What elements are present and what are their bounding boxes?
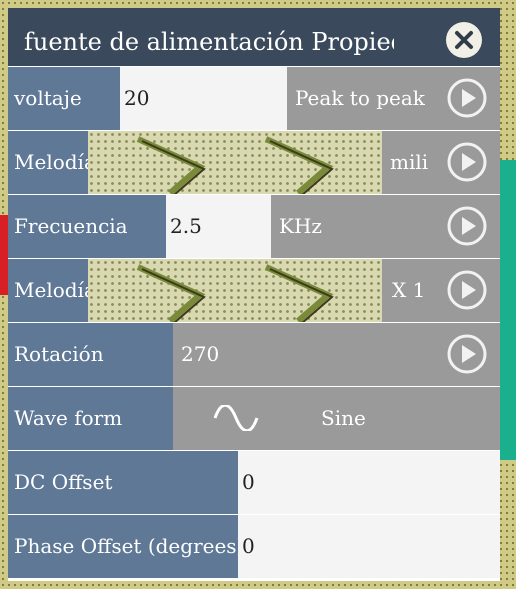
frequency-input[interactable]: 2.5: [166, 195, 271, 258]
voltage-tune-label: Melodía: [8, 131, 88, 194]
phase-offset-label: Phase Offset (degrees): [8, 515, 238, 578]
waveform-value: Sine: [321, 406, 366, 430]
voltage-multiplier: mili: [390, 150, 429, 174]
close-button[interactable]: [446, 22, 482, 58]
phase-offset-row: Phase Offset (degrees) 0: [8, 515, 500, 579]
sine-wave-icon: [213, 405, 259, 431]
dialog-titlebar: fuente de alimentación Propiedades: [8, 8, 500, 66]
frequency-tune-knob[interactable]: [88, 259, 382, 322]
rotation-row: Rotación 270: [8, 323, 500, 387]
dc-offset-input[interactable]: 0: [238, 451, 500, 514]
chevron-right-icon: [136, 264, 334, 322]
canvas-component-red: [0, 215, 8, 295]
frequency-label: Frecuencia: [8, 195, 166, 258]
voltage-tune-knob[interactable]: [88, 131, 382, 194]
play-icon[interactable]: [446, 77, 488, 119]
canvas-component-teal: [500, 160, 516, 460]
voltage-unit: Peak to peak: [295, 86, 425, 110]
waveform-row: Wave form Sine: [8, 387, 500, 451]
phase-offset-input[interactable]: 0: [238, 515, 500, 578]
dialog-title: fuente de alimentación Propiedades: [24, 28, 394, 56]
properties-dialog: fuente de alimentación Propiedades volta…: [8, 8, 500, 581]
voltage-tune-row: Melodía mili: [8, 131, 500, 195]
dc-offset-label: DC Offset: [8, 451, 238, 514]
rotation-label: Rotación: [8, 323, 173, 386]
play-icon[interactable]: [446, 333, 488, 375]
frequency-tune-label: Melodía: [8, 259, 88, 322]
play-icon[interactable]: [446, 141, 488, 183]
frequency-multiplier: X 1: [392, 278, 426, 302]
waveform-label: Wave form: [8, 387, 173, 450]
chevron-right-icon: [136, 136, 334, 194]
close-icon: [455, 31, 473, 49]
rotation-value: 270: [181, 342, 220, 366]
play-icon[interactable]: [446, 269, 488, 311]
frequency-row: Frecuencia 2.5 KHz: [8, 195, 500, 259]
voltage-input[interactable]: 20: [120, 67, 287, 130]
voltage-row: voltaje 20 Peak to peak: [8, 67, 500, 131]
dc-offset-row: DC Offset 0: [8, 451, 500, 515]
voltage-label: voltaje: [8, 67, 120, 130]
play-icon[interactable]: [446, 205, 488, 247]
frequency-tune-row: Melodía X 1: [8, 259, 500, 323]
waveform-selector[interactable]: Sine: [173, 387, 500, 450]
frequency-unit: KHz: [279, 214, 322, 238]
